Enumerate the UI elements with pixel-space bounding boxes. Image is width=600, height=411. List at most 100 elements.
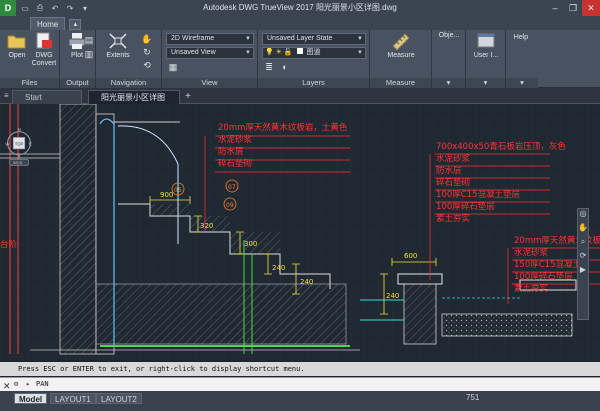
tab-start[interactable]: Start bbox=[12, 90, 82, 104]
viewcube-face[interactable]: TOP bbox=[15, 141, 24, 146]
user-interface-button[interactable]: User I... bbox=[470, 32, 502, 60]
redo-quick-icon[interactable]: ↷ bbox=[64, 2, 76, 14]
new-tab-icon[interactable]: + bbox=[182, 91, 194, 103]
annotation-left-edge: 台阶 bbox=[0, 240, 18, 250]
drawing-canvas[interactable]: 900 320 300 240 600 240 240 05 07 09 20m… bbox=[0, 104, 600, 360]
steering-wheel-icon[interactable]: ◎ bbox=[578, 209, 588, 223]
viewcube[interactable]: TOP N S E W WCS bbox=[0, 126, 38, 166]
status-bar: Model LAYOUT1 LAYOUT2 751 bbox=[0, 391, 600, 411]
help-button[interactable]: Help bbox=[508, 34, 534, 42]
dim-text-240b: 240 bbox=[386, 292, 399, 300]
files-panel-title: Files bbox=[0, 78, 59, 88]
annotation-left-2: 防水层 bbox=[218, 147, 244, 157]
app-window: D ▭ ⎙ ↶ ↷ ▾ Autodesk DWG TrueView 2017 阳… bbox=[0, 0, 600, 411]
app-logo-icon[interactable]: D bbox=[0, 0, 16, 16]
close-button[interactable]: ✕ bbox=[582, 0, 600, 16]
preview-icon[interactable]: ▥ bbox=[82, 48, 96, 60]
tab-home[interactable]: Home bbox=[30, 17, 66, 30]
open-label: Open bbox=[8, 52, 26, 59]
zoom-nav-icon[interactable]: ⌕ bbox=[578, 237, 588, 251]
dim-text-900: 900 bbox=[160, 191, 173, 199]
dim-text-320: 320 bbox=[200, 222, 213, 230]
open-button[interactable]: Open bbox=[4, 32, 30, 60]
tab-layout1[interactable]: LAYOUT1 bbox=[50, 393, 96, 404]
pan-icon[interactable]: ✋ bbox=[140, 33, 154, 45]
dim-text-600: 600 bbox=[404, 252, 417, 260]
viewcube-south: S bbox=[18, 154, 21, 159]
annotation-left-1: 水泥砂浆 bbox=[218, 135, 253, 145]
orbit-nav-icon[interactable]: ⟳ bbox=[578, 251, 588, 265]
tab-layout2[interactable]: LAYOUT2 bbox=[96, 393, 142, 404]
dwg-convert-button[interactable]: DWG Convert bbox=[30, 32, 58, 68]
view-manager-icon[interactable]: ▦ bbox=[166, 61, 180, 73]
viewcube-north: N bbox=[18, 127, 21, 132]
layers-panel: Unsaved Layer State ▼ 💡 ☀ 🔓 图道 ▼ ≣ ◐ Layer… bbox=[258, 30, 370, 88]
annotation-right-0: 700x400x50青石板岩压顶，灰色 bbox=[436, 142, 566, 152]
viewcube-west: W bbox=[5, 141, 10, 146]
tab-model[interactable]: Model bbox=[14, 393, 48, 404]
wcs-label[interactable]: WCS bbox=[13, 160, 23, 165]
tab-drawing[interactable]: 阳光丽景小区详图✕ bbox=[88, 90, 180, 116]
tab-drawing-label: 阳光丽景小区详图 bbox=[101, 93, 165, 102]
layer-properties-icon[interactable]: ≣ bbox=[262, 61, 276, 73]
annotation-right-2: 防水层 bbox=[436, 166, 462, 176]
tab-start-label: Start bbox=[25, 93, 42, 102]
view-panel-title: View bbox=[162, 78, 257, 88]
back-icon[interactable]: ⟲ bbox=[140, 59, 154, 71]
annotation-right-6: 素土夯实 bbox=[436, 214, 471, 224]
chevron-down-icon: ▼ bbox=[357, 36, 363, 42]
navigation-panel-title: Navigation bbox=[96, 78, 161, 88]
orbit-icon[interactable]: ↻ bbox=[140, 46, 154, 58]
file-tab-bar: ≡ Start 阳光丽景小区详图✕ + bbox=[0, 88, 600, 116]
ribbon-minimize-icon[interactable]: ▴ bbox=[69, 19, 82, 30]
step-hatch-1 bbox=[150, 204, 190, 216]
prompt-arrow-icon: ▸ bbox=[26, 380, 31, 388]
measure-panel: Measure Measure bbox=[370, 30, 432, 88]
visual-style-select[interactable]: 2D Wireframe ▼ bbox=[166, 33, 254, 45]
foundation-hatch bbox=[95, 283, 347, 345]
measure-button[interactable]: Measure bbox=[376, 32, 426, 60]
plot-quick-icon[interactable]: ⎙ bbox=[34, 2, 46, 14]
measure-label: Measure bbox=[387, 52, 415, 59]
objects-button[interactable]: Obje... bbox=[436, 32, 462, 40]
annotation-left-0: 20mm厚天然黄木纹板岩，土黄色 bbox=[218, 123, 348, 133]
annotation-far-right-3: 100厚碎石垫层 bbox=[514, 272, 573, 282]
pan-nav-icon[interactable]: ✋ bbox=[578, 223, 588, 237]
undo-quick-icon[interactable]: ↶ bbox=[49, 2, 61, 14]
current-layer-select[interactable]: 💡 ☀ 🔓 图道 ▼ bbox=[262, 47, 366, 59]
annotation-far-right-1: 水泥砂浆 bbox=[514, 248, 549, 258]
command-input-text[interactable]: PAN bbox=[36, 378, 49, 391]
batch-plot-icon[interactable]: ▤ bbox=[82, 34, 96, 46]
view-panel: 2D Wireframe ▼ Unsaved View ▼ ▦ View bbox=[162, 30, 258, 88]
annotation-right-5: 100厚碎石垫层 bbox=[436, 202, 495, 212]
showmotion-icon[interactable]: ▶ bbox=[578, 265, 588, 279]
quick-access-dropdown-icon[interactable]: ▾ bbox=[79, 2, 91, 14]
measure-panel-title: Measure bbox=[370, 78, 431, 88]
minimize-button[interactable]: – bbox=[546, 0, 564, 16]
restore-button[interactable]: ❐ bbox=[564, 0, 582, 16]
objects-label: Obje... bbox=[438, 32, 460, 39]
layer-off-icon[interactable]: ◐ bbox=[278, 61, 292, 73]
tab-menu-icon[interactable]: ≡ bbox=[4, 91, 9, 100]
extents-button[interactable]: Extents bbox=[100, 32, 136, 60]
ribbon-panel: Open DWG Convert Files Plot ▤ ▥ Output Ex… bbox=[0, 30, 600, 88]
layer-state-value: Unsaved Layer State bbox=[267, 35, 333, 42]
lock-icon: 🔓 bbox=[283, 49, 293, 56]
chevron-down-icon: ▼ bbox=[357, 50, 363, 56]
annotation-far-right-4: 素土夯实 bbox=[514, 284, 549, 294]
marker-05: 05 bbox=[174, 187, 182, 194]
dim-text-240: 240 bbox=[272, 264, 285, 272]
dim-text-240c: 240 bbox=[300, 278, 313, 286]
layer-state-select[interactable]: Unsaved Layer State ▼ bbox=[262, 33, 366, 45]
named-view-select[interactable]: Unsaved View ▼ bbox=[166, 47, 254, 59]
command-history-text: Press ESC or ENTER to exit, or right-cli… bbox=[18, 365, 305, 373]
customize-icon[interactable]: ⚙ bbox=[14, 378, 18, 391]
navigation-bar: ◎ ✋ ⌕ ⟳ ▶ bbox=[577, 208, 589, 320]
files-panel: Open DWG Convert Files bbox=[0, 30, 60, 88]
objects-panel: Obje... ▾ bbox=[432, 30, 466, 88]
folder-open-icon bbox=[7, 35, 26, 49]
open-quick-icon[interactable]: ▭ bbox=[19, 2, 31, 14]
layers-panel-title: Layers bbox=[258, 78, 369, 88]
command-line[interactable]: ✕ ⚙ ▸ PAN bbox=[0, 377, 600, 391]
output-panel: Plot ▤ ▥ Output bbox=[60, 30, 96, 88]
